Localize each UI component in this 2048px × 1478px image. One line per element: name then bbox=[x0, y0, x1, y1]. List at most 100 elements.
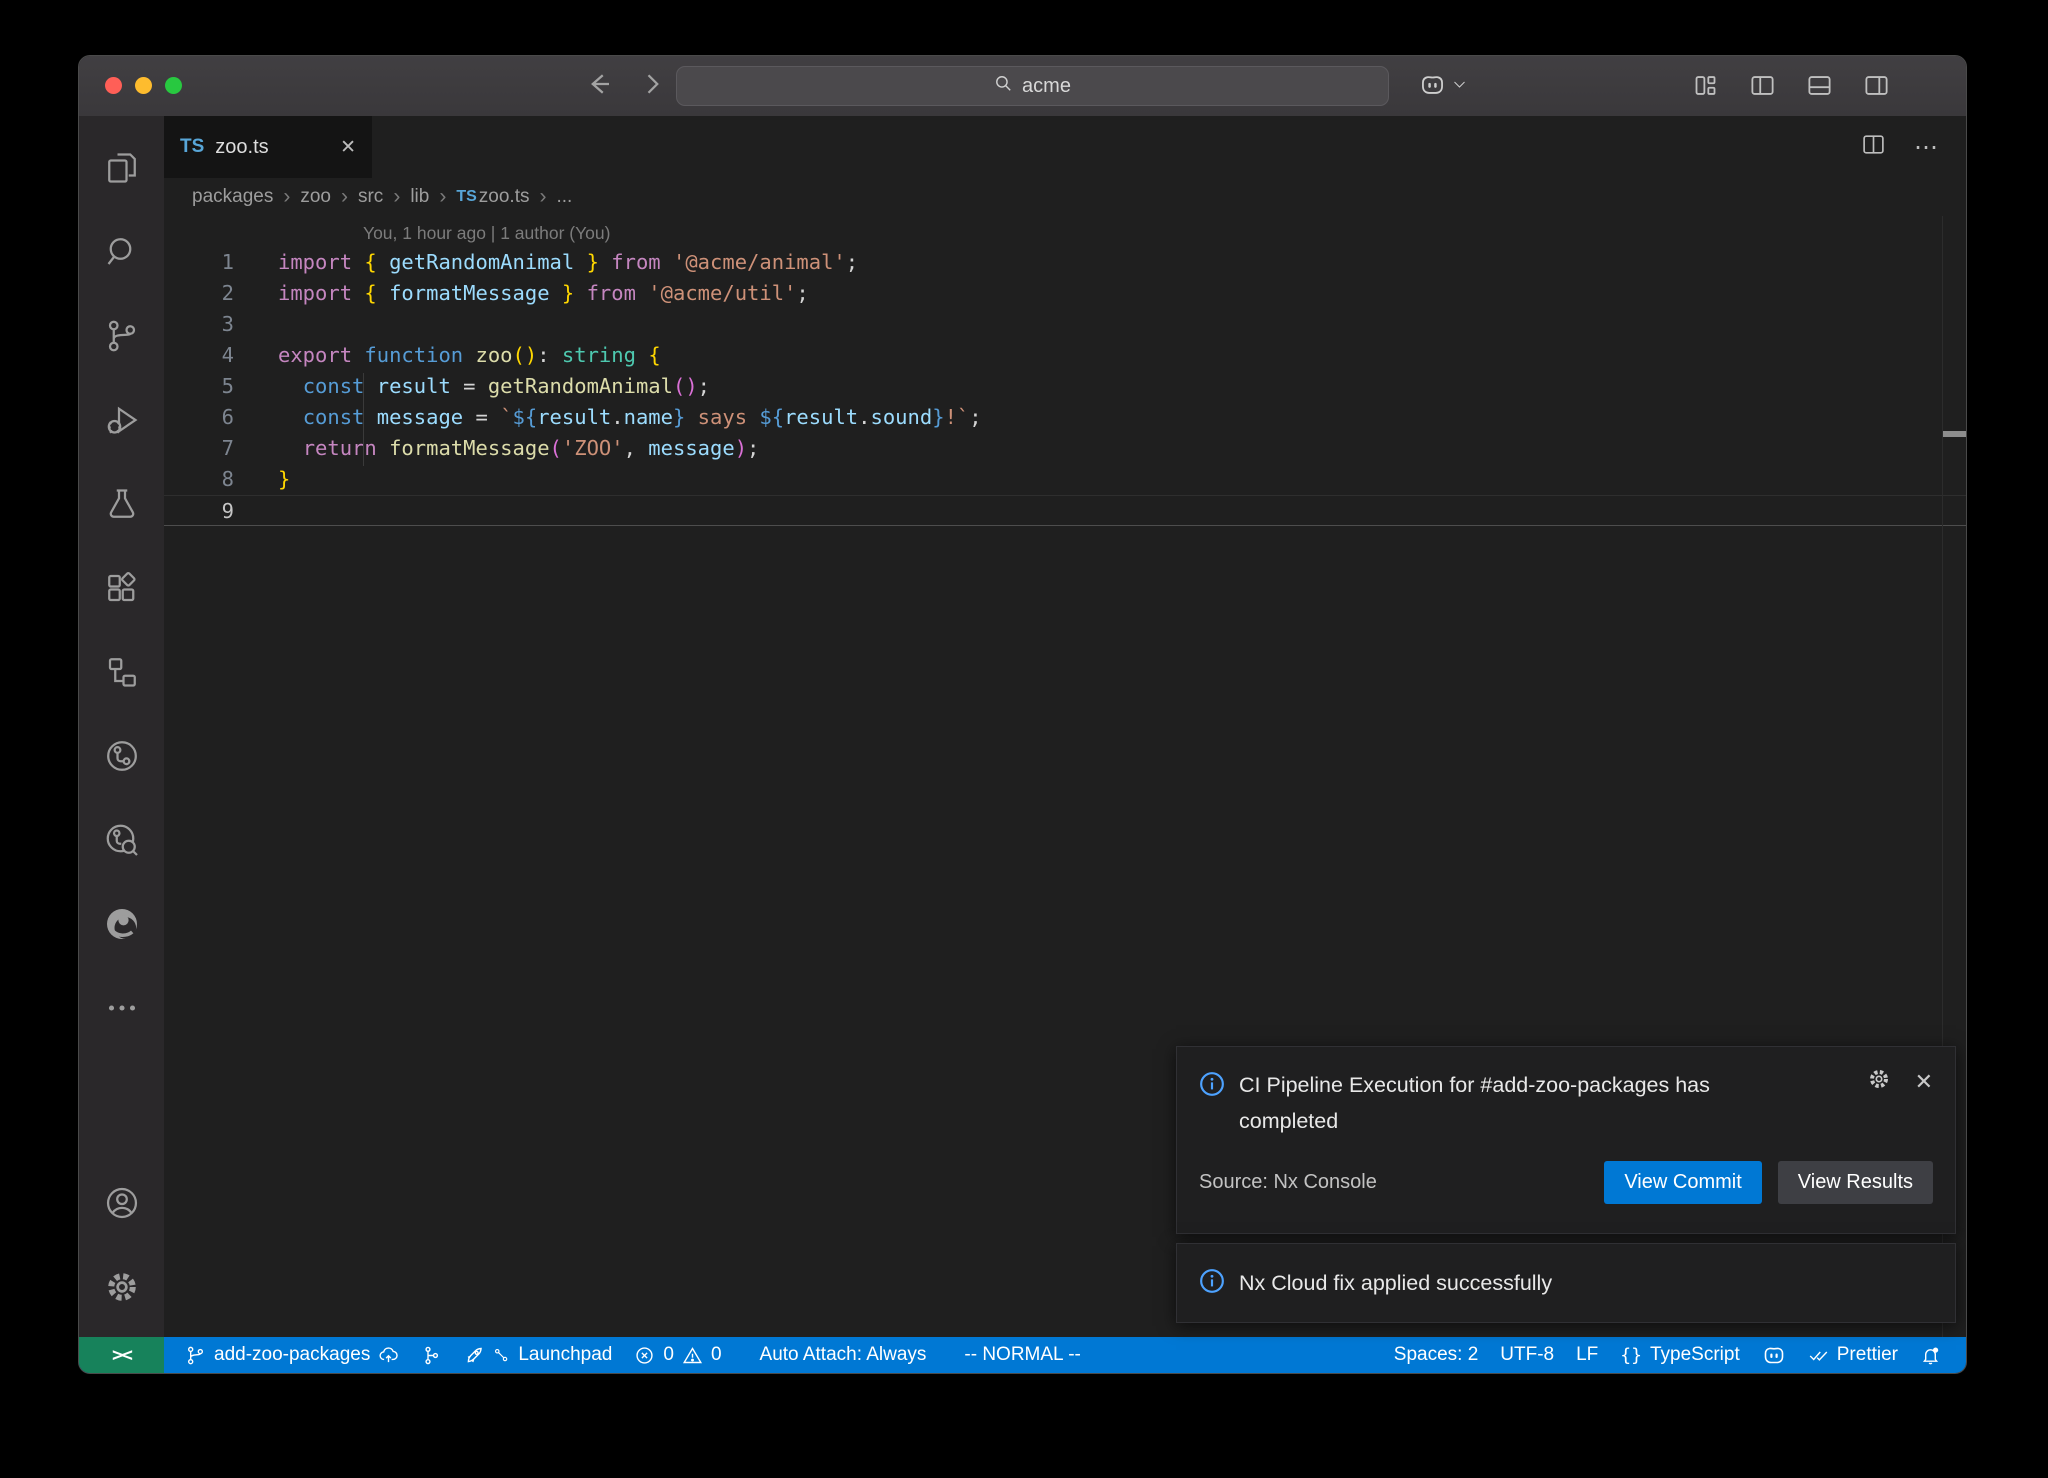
back-icon[interactable] bbox=[584, 69, 614, 104]
status-bar: >< add-zoo-packages Launchpad 0 0 bbox=[79, 1337, 1966, 1373]
extensions-icon[interactable] bbox=[79, 546, 164, 630]
nx-console-icon[interactable] bbox=[79, 714, 164, 798]
close-window-button[interactable] bbox=[105, 77, 122, 94]
problems-item[interactable]: 0 0 bbox=[623, 1337, 732, 1373]
breadcrumb-item[interactable]: ... bbox=[556, 186, 572, 208]
code-lines: 1import { getRandomAnimal } from '@acme/… bbox=[164, 247, 1966, 526]
vim-mode-item[interactable]: -- NORMAL -- bbox=[953, 1337, 1091, 1373]
hierarchy-icon[interactable] bbox=[79, 630, 164, 714]
code-text bbox=[234, 309, 278, 340]
customize-layout-icon[interactable] bbox=[1692, 72, 1719, 104]
edge-browser-icon[interactable] bbox=[79, 882, 164, 966]
chevron-down-icon bbox=[1452, 77, 1467, 92]
git-branch-item[interactable]: add-zoo-packages bbox=[174, 1337, 410, 1373]
launchpad-label: Launchpad bbox=[518, 1344, 612, 1366]
minimize-window-button[interactable] bbox=[135, 77, 152, 94]
errors-icon bbox=[634, 1345, 655, 1366]
notification-toast-nx-cloud: Nx Cloud fix applied successfully bbox=[1176, 1243, 1956, 1323]
code-line-4[interactable]: 4export function zoo(): string { bbox=[164, 340, 1966, 371]
line-number: 5 bbox=[164, 371, 234, 402]
formatter-item[interactable]: Prettier bbox=[1797, 1337, 1909, 1373]
explorer-icon[interactable] bbox=[79, 126, 164, 210]
forward-icon[interactable] bbox=[636, 69, 666, 104]
code-line-6[interactable]: 6 const message = `${result.name} says $… bbox=[164, 402, 1966, 433]
breadcrumb-item[interactable]: src bbox=[358, 186, 383, 208]
info-icon bbox=[1199, 1268, 1225, 1299]
code-text: export function zoo(): string { bbox=[234, 340, 661, 371]
activity-bar bbox=[79, 116, 164, 1337]
copilot-icon bbox=[1762, 1343, 1786, 1367]
remote-indicator[interactable]: >< bbox=[79, 1337, 164, 1373]
nx-cloud-icon[interactable] bbox=[79, 798, 164, 882]
encoding-item[interactable]: UTF-8 bbox=[1489, 1337, 1565, 1373]
overview-ruler-mark bbox=[1943, 431, 1966, 437]
code-line-3[interactable]: 3 bbox=[164, 309, 1966, 340]
tab-zoo-ts[interactable]: TS zoo.ts ✕ bbox=[164, 116, 372, 178]
toggle-panel-icon[interactable] bbox=[1806, 72, 1833, 104]
indentation-item[interactable]: Spaces: 2 bbox=[1383, 1337, 1490, 1373]
run-and-debug-icon[interactable] bbox=[79, 378, 164, 462]
command-center-search[interactable]: acme bbox=[676, 66, 1389, 106]
editor-actions-more-icon[interactable]: ⋯ bbox=[1914, 133, 1940, 162]
toggle-primary-sidebar-icon[interactable] bbox=[1749, 72, 1776, 104]
git-graph-item[interactable] bbox=[410, 1337, 453, 1373]
branch-icon bbox=[185, 1345, 206, 1366]
auto-attach-item[interactable]: Auto Attach: Always bbox=[749, 1337, 938, 1373]
view-commit-button[interactable]: View Commit bbox=[1604, 1161, 1761, 1204]
code-text: return formatMessage('ZOO', message); bbox=[234, 433, 759, 464]
code-line-9[interactable]: 9 bbox=[164, 495, 1966, 526]
breadcrumb-separator-icon: › bbox=[439, 185, 446, 209]
code-line-5[interactable]: 5 const result = getRandomAnimal(); bbox=[164, 371, 1966, 402]
breadcrumb-separator-icon: › bbox=[539, 185, 546, 209]
blame-annotation: You, 1 hour ago | 1 author (You) bbox=[164, 219, 1966, 247]
language-mode-item[interactable]: {} TypeScript bbox=[1609, 1337, 1750, 1373]
more-views-icon[interactable] bbox=[79, 966, 164, 1050]
notification-toast-ci-pipeline: CI Pipeline Execution for #add-zoo-packa… bbox=[1176, 1046, 1956, 1234]
breadcrumb-item[interactable]: zoo bbox=[300, 186, 331, 208]
notifications-bell-item[interactable] bbox=[1909, 1337, 1952, 1373]
typescript-file-icon: TS bbox=[180, 136, 204, 158]
notification-source: Source: Nx Console bbox=[1199, 1171, 1377, 1194]
branch-name: add-zoo-packages bbox=[214, 1344, 370, 1366]
zoom-window-button[interactable] bbox=[165, 77, 182, 94]
launchpad-item[interactable]: Launchpad bbox=[453, 1337, 623, 1373]
testing-icon[interactable] bbox=[79, 462, 164, 546]
code-text: import { getRandomAnimal } from '@acme/a… bbox=[234, 247, 858, 278]
code-text: import { formatMessage } from '@acme/uti… bbox=[234, 278, 809, 309]
cloud-upload-icon bbox=[378, 1345, 399, 1366]
code-line-7[interactable]: 7 return formatMessage('ZOO', message); bbox=[164, 433, 1966, 464]
indent-guide bbox=[363, 373, 364, 466]
settings-gear-icon[interactable] bbox=[79, 1245, 164, 1329]
toggle-secondary-sidebar-icon[interactable] bbox=[1863, 72, 1890, 104]
notification-settings-gear-icon[interactable] bbox=[1867, 1067, 1891, 1096]
code-text: } bbox=[234, 464, 290, 495]
split-editor-icon[interactable] bbox=[1861, 132, 1886, 162]
view-results-button[interactable]: View Results bbox=[1778, 1161, 1933, 1204]
breadcrumb-item[interactable]: lib bbox=[410, 186, 429, 208]
search-view-icon[interactable] bbox=[79, 210, 164, 294]
eol-item[interactable]: LF bbox=[1565, 1337, 1609, 1373]
breadcrumb-separator-icon: › bbox=[283, 185, 290, 209]
double-check-icon bbox=[1808, 1345, 1829, 1366]
code-line-8[interactable]: 8} bbox=[164, 464, 1966, 495]
breadcrumb: packages›zoo›src›lib›TSzoo.ts›... bbox=[164, 178, 1966, 216]
code-line-2[interactable]: 2import { formatMessage } from '@acme/ut… bbox=[164, 278, 1966, 309]
notification-message: Nx Cloud fix applied successfully bbox=[1239, 1265, 1552, 1301]
bell-icon bbox=[1920, 1345, 1941, 1366]
breadcrumb-item[interactable]: TSzoo.ts bbox=[456, 186, 529, 208]
line-number: 3 bbox=[164, 309, 234, 340]
close-tab-icon[interactable]: ✕ bbox=[340, 136, 356, 159]
notification-close-icon[interactable]: ✕ bbox=[1915, 1069, 1933, 1095]
source-control-icon[interactable] bbox=[79, 294, 164, 378]
code-line-1[interactable]: 1import { getRandomAnimal } from '@acme/… bbox=[164, 247, 1966, 278]
git-graph-icon bbox=[421, 1345, 442, 1366]
warnings-icon bbox=[682, 1345, 703, 1366]
breadcrumb-separator-icon: › bbox=[341, 185, 348, 209]
copilot-status-item[interactable] bbox=[1751, 1337, 1797, 1373]
window-controls bbox=[105, 77, 182, 94]
vscode-window: acme bbox=[78, 55, 1967, 1374]
copilot-menu[interactable] bbox=[1419, 71, 1467, 98]
breadcrumb-item[interactable]: packages bbox=[192, 186, 273, 208]
account-icon[interactable] bbox=[79, 1161, 164, 1245]
line-number: 2 bbox=[164, 278, 234, 309]
